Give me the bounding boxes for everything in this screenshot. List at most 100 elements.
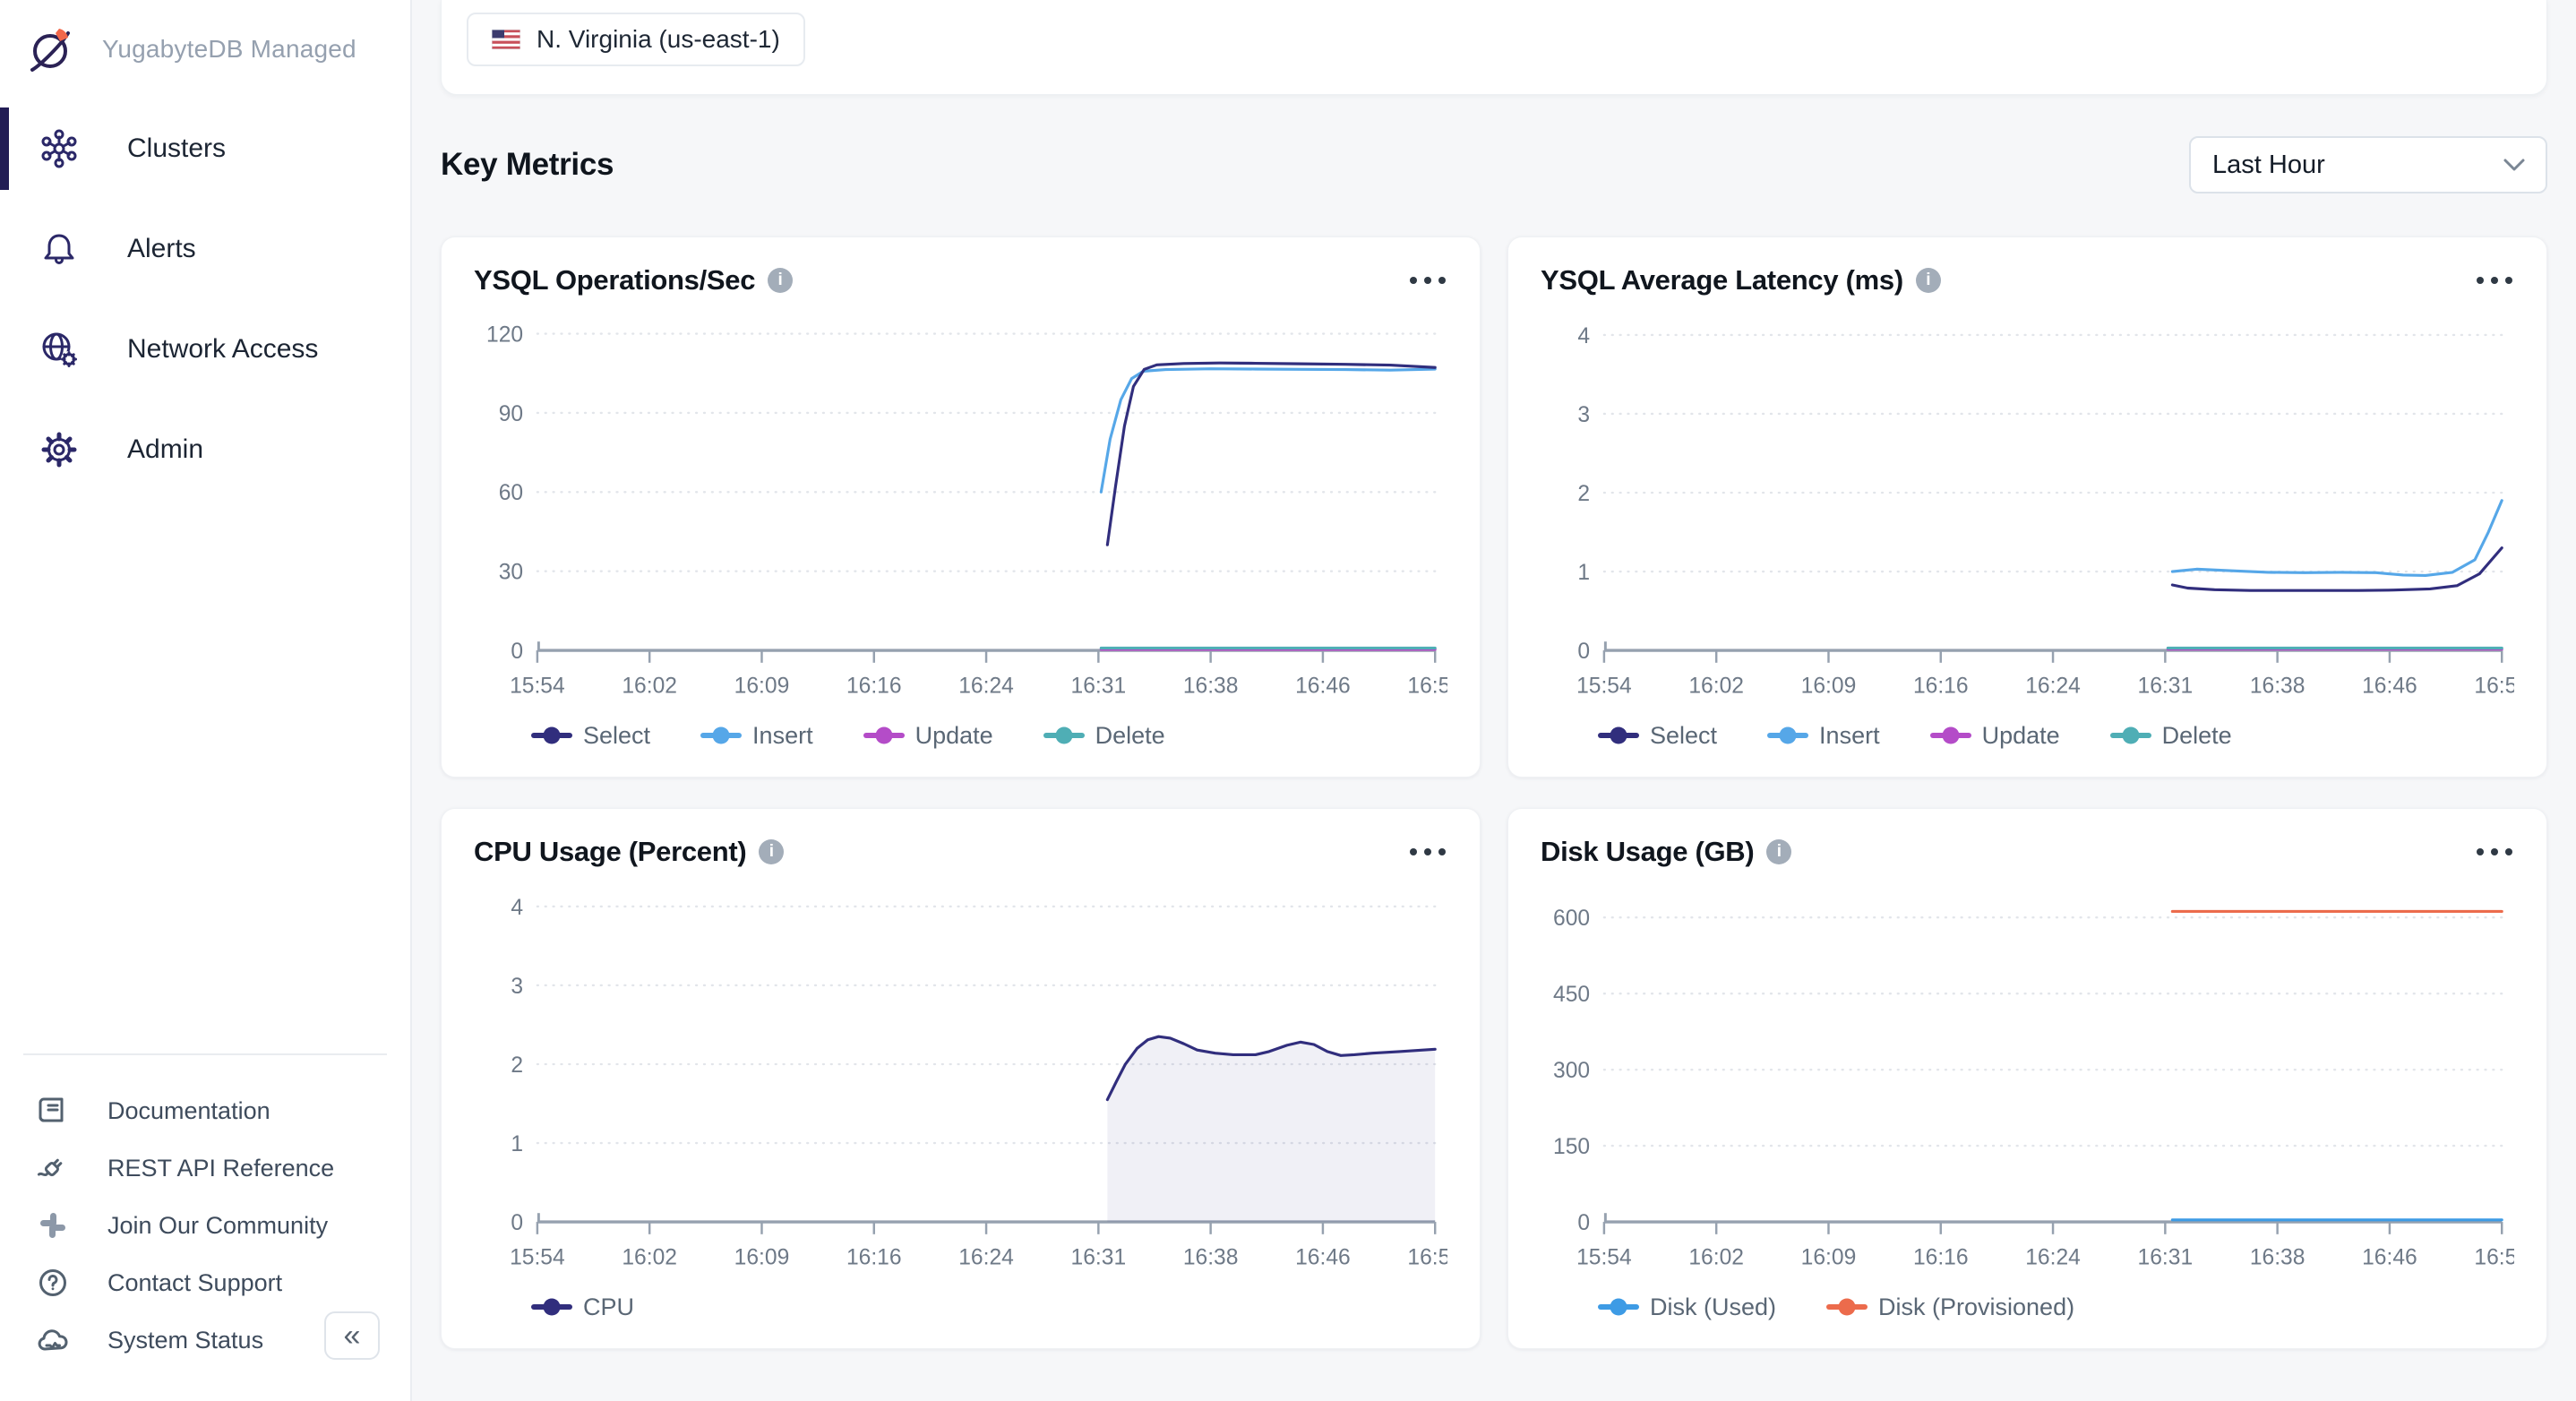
chevron-down-icon bbox=[2503, 158, 2526, 172]
svg-text:16:24: 16:24 bbox=[2025, 674, 2081, 698]
legend-marker-icon bbox=[2110, 725, 2151, 746]
legend-item-select[interactable]: Select bbox=[531, 722, 650, 750]
legend-item-delete[interactable]: Delete bbox=[2110, 722, 2232, 750]
disk-usage-chart: 015030045060015:5416:0216:0916:1616:2416… bbox=[1541, 881, 2514, 1282]
footer-link-support[interactable]: Contact Support bbox=[34, 1254, 387, 1311]
chart-menu-button[interactable] bbox=[2475, 839, 2514, 864]
svg-text:16:38: 16:38 bbox=[1183, 1245, 1239, 1269]
svg-text:150: 150 bbox=[1553, 1135, 1590, 1159]
legend-item-update[interactable]: Update bbox=[1930, 722, 2060, 750]
svg-text:16:31: 16:31 bbox=[1071, 1245, 1127, 1269]
chart-menu-button[interactable] bbox=[1408, 268, 1447, 293]
svg-text:450: 450 bbox=[1553, 983, 1590, 1007]
svg-text:0: 0 bbox=[1577, 640, 1590, 664]
svg-text:15:54: 15:54 bbox=[510, 1245, 565, 1269]
svg-text:16:16: 16:16 bbox=[1913, 1245, 1969, 1269]
region-chip[interactable]: N. Virginia (us-east-1) bbox=[467, 13, 805, 66]
legend-item-insert[interactable]: Insert bbox=[1767, 722, 1880, 750]
legend-item-cpu[interactable]: CPU bbox=[531, 1294, 634, 1321]
footer-link-label: Documentation bbox=[107, 1097, 270, 1125]
svg-text:16:09: 16:09 bbox=[734, 1245, 790, 1269]
chart-legend: Select Insert Update Delete bbox=[1541, 716, 2514, 755]
sidebar-item-label: Clusters bbox=[127, 133, 226, 164]
info-icon[interactable]: i bbox=[1916, 268, 1941, 293]
legend-marker-icon bbox=[1598, 725, 1639, 746]
sidebar-item-network-access[interactable]: Network Access bbox=[0, 314, 410, 385]
card-header: Disk Usage (GB) i bbox=[1541, 836, 2514, 868]
svg-text:90: 90 bbox=[499, 402, 523, 426]
admin-gear-icon bbox=[38, 428, 81, 471]
svg-text:16:16: 16:16 bbox=[1913, 674, 1969, 698]
chart-legend: Disk (Used) Disk (Provisioned) bbox=[1541, 1287, 2514, 1327]
legend-marker-icon bbox=[531, 1296, 572, 1318]
legend-item-update[interactable]: Update bbox=[863, 722, 993, 750]
info-icon[interactable]: i bbox=[768, 268, 793, 293]
chart-menu-button[interactable] bbox=[1408, 839, 1447, 864]
svg-text:1: 1 bbox=[1577, 561, 1590, 585]
legend-item-insert[interactable]: Insert bbox=[700, 722, 813, 750]
legend-marker-icon bbox=[1826, 1296, 1868, 1318]
card-disk-usage: Disk Usage (GB) i 015030045060015:5416:0… bbox=[1507, 808, 2547, 1349]
footer-link-label: Contact Support bbox=[107, 1269, 282, 1297]
chart-title: YSQL Average Latency (ms) bbox=[1541, 264, 1903, 297]
time-range-select[interactable]: Last Hour bbox=[2189, 136, 2547, 193]
svg-text:16:54: 16:54 bbox=[1407, 674, 1447, 698]
svg-text:15:54: 15:54 bbox=[1576, 674, 1632, 698]
legend-label: Update bbox=[915, 722, 993, 750]
ysql-latency-chart: 0123415:5416:0216:0916:1616:2416:3116:38… bbox=[1541, 309, 2514, 710]
footer-link-community[interactable]: Join Our Community bbox=[34, 1197, 387, 1254]
cluster-header-card: N. Virginia (us-east-1) bbox=[441, 0, 2547, 95]
double-chevron-left-icon: « bbox=[344, 1320, 361, 1351]
legend-label: Insert bbox=[1819, 722, 1880, 750]
svg-text:16:09: 16:09 bbox=[1801, 1245, 1857, 1269]
legend-marker-icon bbox=[1930, 725, 1971, 746]
footer-link-documentation[interactable]: Documentation bbox=[34, 1082, 387, 1139]
legend-item-select[interactable]: Select bbox=[1598, 722, 1717, 750]
rest-api-plug-icon bbox=[34, 1149, 72, 1187]
svg-text:3: 3 bbox=[1577, 403, 1590, 427]
legend-marker-icon bbox=[863, 725, 905, 746]
chart-title: Disk Usage (GB) bbox=[1541, 836, 1754, 868]
collapse-sidebar-button[interactable]: « bbox=[324, 1311, 380, 1360]
svg-text:16:09: 16:09 bbox=[734, 674, 790, 698]
svg-text:0: 0 bbox=[511, 1211, 523, 1235]
svg-text:3: 3 bbox=[511, 975, 523, 999]
sidebar-item-admin[interactable]: Admin bbox=[0, 414, 410, 486]
svg-text:16:02: 16:02 bbox=[1688, 1245, 1744, 1269]
svg-text:4: 4 bbox=[511, 896, 523, 920]
svg-text:16:02: 16:02 bbox=[622, 1245, 677, 1269]
legend-label: Delete bbox=[2162, 722, 2232, 750]
legend-label: Disk (Provisioned) bbox=[1878, 1294, 2074, 1321]
page-title: Key Metrics bbox=[441, 147, 614, 183]
footer-link-label: Join Our Community bbox=[107, 1212, 328, 1240]
time-range-value: Last Hour bbox=[2212, 150, 2325, 180]
info-icon[interactable]: i bbox=[759, 839, 784, 864]
svg-text:16:31: 16:31 bbox=[2138, 1245, 2194, 1269]
svg-text:16:09: 16:09 bbox=[1801, 674, 1857, 698]
chart-title: YSQL Operations/Sec bbox=[474, 264, 755, 297]
info-icon[interactable]: i bbox=[1766, 839, 1791, 864]
card-header: CPU Usage (Percent) i bbox=[474, 836, 1447, 868]
sidebar-item-label: Admin bbox=[127, 434, 203, 465]
svg-text:16:16: 16:16 bbox=[846, 674, 902, 698]
sidebar-footer: Documentation REST API Reference bbox=[23, 1053, 387, 1369]
chart-menu-button[interactable] bbox=[2475, 268, 2514, 293]
legend-item-disk-provisioned[interactable]: Disk (Provisioned) bbox=[1826, 1294, 2074, 1321]
legend-item-disk-used[interactable]: Disk (Used) bbox=[1598, 1294, 1776, 1321]
svg-text:16:46: 16:46 bbox=[2362, 1245, 2417, 1269]
brand-logo-row[interactable]: YugabyteDB Managed bbox=[0, 0, 410, 77]
legend-item-delete[interactable]: Delete bbox=[1043, 722, 1165, 750]
svg-text:16:16: 16:16 bbox=[846, 1245, 902, 1269]
help-circle-icon bbox=[34, 1264, 72, 1302]
footer-link-rest-api[interactable]: REST API Reference bbox=[34, 1139, 387, 1197]
svg-text:0: 0 bbox=[511, 640, 523, 664]
sidebar-item-alerts[interactable]: Alerts bbox=[0, 213, 410, 285]
card-ysql-operations: YSQL Operations/Sec i 030609012015:5416:… bbox=[441, 236, 1481, 778]
svg-text:16:24: 16:24 bbox=[958, 674, 1014, 698]
us-flag-icon bbox=[492, 30, 520, 49]
svg-text:1: 1 bbox=[511, 1132, 523, 1156]
legend-marker-icon bbox=[700, 725, 742, 746]
svg-text:2: 2 bbox=[511, 1053, 523, 1078]
legend-marker-icon bbox=[531, 725, 572, 746]
sidebar-item-clusters[interactable]: Clusters bbox=[0, 113, 410, 185]
